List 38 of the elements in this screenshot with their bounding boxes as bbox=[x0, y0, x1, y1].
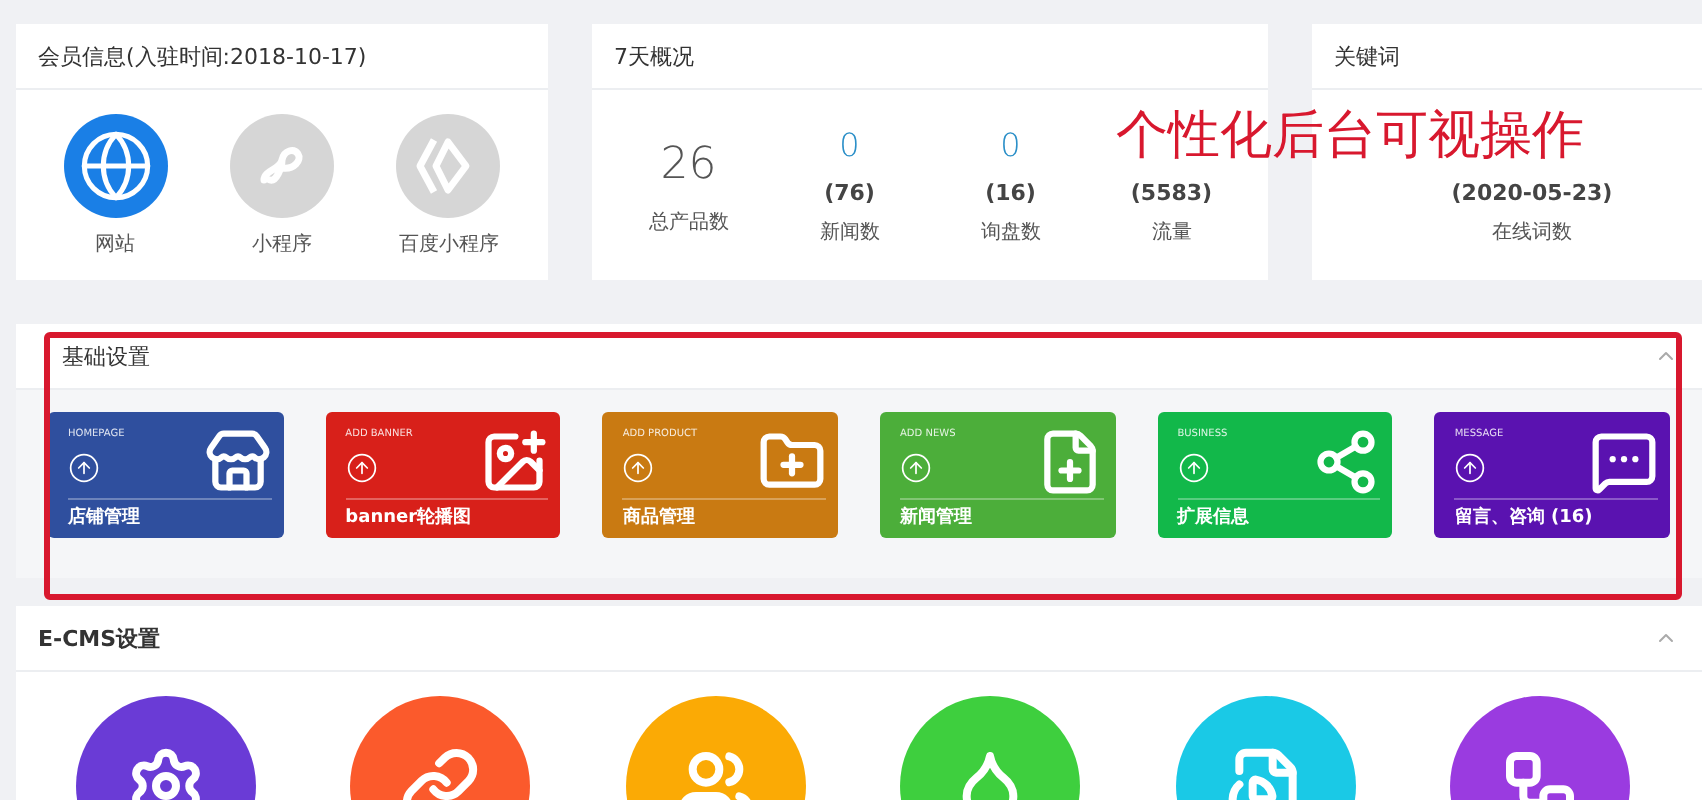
globe-icon bbox=[77, 127, 154, 203]
stat-label: 新闻数 bbox=[819, 219, 880, 246]
arrow-up-icon bbox=[345, 452, 378, 484]
section-title: E-CMS设置 bbox=[38, 623, 161, 653]
tile-label: 留言、咨询 (16) bbox=[1454, 498, 1659, 530]
arrow-up-icon bbox=[1177, 452, 1210, 484]
stat-value: 0 bbox=[1000, 124, 1021, 168]
stat-count: (5583) bbox=[1130, 180, 1213, 206]
card-title: 关键词 bbox=[1334, 41, 1400, 71]
stat-count: (2020-05-23) bbox=[1451, 180, 1613, 206]
platform-label: 小程序 bbox=[251, 231, 312, 257]
stat-label: 在线词数 bbox=[1492, 219, 1572, 246]
tile-label: 商品管理 bbox=[622, 498, 827, 530]
stat-label: 流量 bbox=[1151, 219, 1192, 246]
section-title: 基础设置 bbox=[60, 341, 150, 371]
platform-label: 百度小程序 bbox=[398, 231, 499, 257]
tile-label: 扩展信息 bbox=[1177, 498, 1381, 530]
stat-label: 询盘数 bbox=[980, 220, 1041, 246]
tile-label: 新闻管理 bbox=[900, 498, 1104, 530]
arrow-up-icon bbox=[1454, 452, 1487, 484]
stat-label: 总产品数 bbox=[648, 209, 729, 235]
image-plus-icon bbox=[480, 428, 549, 496]
card-title: 会员信息(入驻时间:2018-10-17) bbox=[38, 41, 367, 71]
card-title: 7天概况 bbox=[614, 41, 694, 71]
tile-label: banner轮播图 bbox=[345, 498, 549, 530]
arrow-up-icon bbox=[900, 452, 933, 484]
stat-count: (16) bbox=[985, 180, 1036, 206]
store-icon bbox=[203, 428, 272, 496]
arrow-up-icon bbox=[622, 452, 655, 484]
platform-label: 网站 bbox=[95, 231, 136, 257]
stat-value: 0 bbox=[839, 124, 860, 168]
annotation-text: 个性化后台可视操作 bbox=[1116, 104, 1584, 170]
arrow-up-icon bbox=[68, 452, 100, 484]
chat-bubble-icon bbox=[1590, 428, 1659, 496]
stat-count: (76) bbox=[824, 180, 875, 206]
nodes-icon bbox=[1312, 428, 1381, 496]
tile-label: 店铺管理 bbox=[68, 498, 272, 530]
stat-value: 26 bbox=[660, 137, 717, 193]
